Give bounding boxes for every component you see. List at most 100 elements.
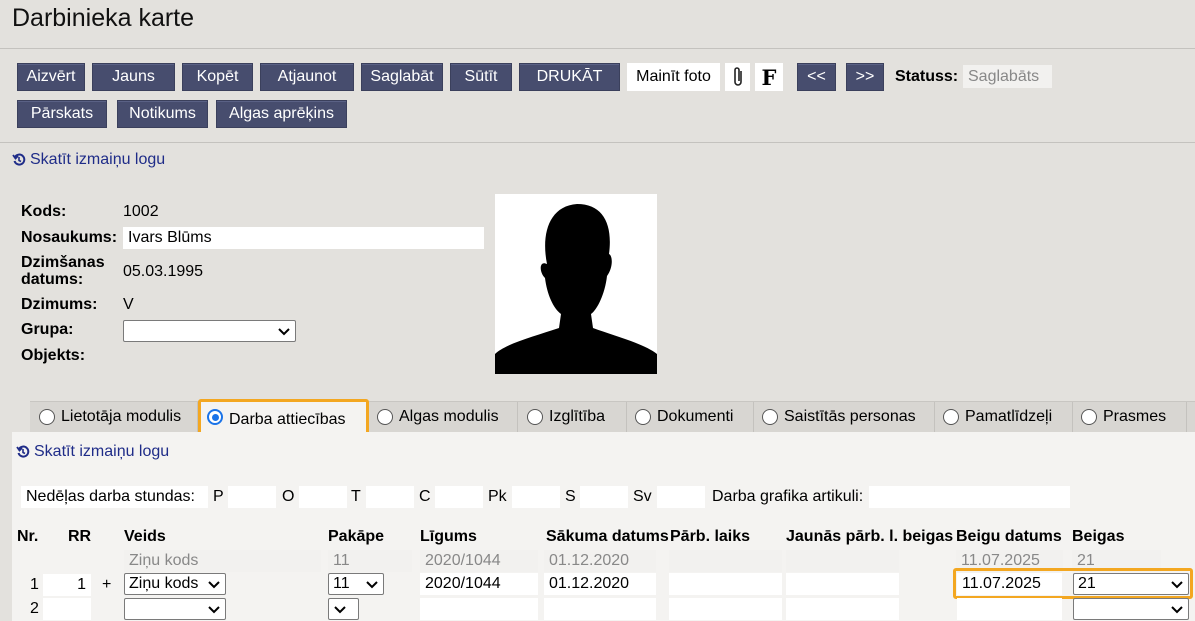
history-icon (12, 153, 26, 166)
col-end: Beigas (1072, 528, 1125, 545)
row1-type-value: Ziņu kods (129, 575, 199, 592)
radio-icon (1081, 409, 1097, 425)
new-button[interactable]: Jauns (92, 63, 175, 91)
row2-rr-input[interactable] (43, 598, 91, 620)
schedule-articles-input[interactable] (869, 486, 1070, 508)
tab-skills[interactable]: Prasmes (1073, 402, 1187, 432)
col-new-probation-end: Jaunās pārb. l. beigas (786, 528, 954, 545)
refresh-button[interactable]: Atjaunot (260, 63, 354, 91)
tab-label: Algas modulis (399, 408, 499, 425)
day-label-pk: Pk (488, 488, 507, 505)
tab-documents[interactable]: Dokumenti (627, 402, 754, 432)
row1-rr-input[interactable]: 1 (43, 574, 91, 596)
save-button[interactable]: Saglabāt (361, 63, 443, 91)
row2-start-date-input[interactable] (544, 598, 656, 620)
hours-c-input[interactable] (435, 486, 483, 508)
view-history-link[interactable]: Skatīt izmaiņu logu (12, 151, 165, 169)
next-button[interactable]: >> (846, 63, 884, 91)
status-value: Saglabāts (963, 65, 1052, 88)
salary-calculation-button[interactable]: Algas aprēķins (216, 100, 347, 128)
event-button[interactable]: Notikums (117, 100, 208, 128)
day-label-p: P (213, 488, 224, 505)
row2-end-date-input[interactable] (957, 598, 1062, 620)
view-history-link-label: Skatīt izmaiņu logu (34, 443, 170, 460)
hours-o-input[interactable] (299, 486, 347, 508)
row1-grade-select[interactable]: 11 (328, 573, 384, 595)
row2-grade-select[interactable] (328, 598, 359, 620)
row1-probation-input[interactable] (669, 573, 782, 595)
day-label-sv: Sv (633, 488, 652, 505)
f-icon[interactable]: F (755, 63, 783, 91)
print-button[interactable]: DRUKĀT (519, 63, 620, 91)
tab-related-persons[interactable]: Saistītās personas (754, 402, 935, 432)
col-probation: Pārb. laiks (670, 528, 751, 545)
row1-type-select[interactable]: Ziņu kods (124, 573, 226, 595)
chevron-down-icon (278, 328, 290, 336)
previous-button[interactable]: << (797, 63, 836, 91)
chevron-down-icon (366, 581, 378, 589)
gender-value: V (123, 296, 134, 313)
radio-icon (377, 409, 393, 425)
row2-nr: 2 (30, 600, 39, 617)
ghost-new-probation-end (786, 550, 899, 572)
attachment-icon[interactable] (725, 63, 750, 91)
row1-start-date-input[interactable]: 01.12.2020 (544, 573, 656, 595)
row2-contract-input[interactable] (420, 598, 538, 620)
code-label: Kods: (21, 203, 67, 220)
tab-label: Lietotāja modulis (61, 408, 182, 425)
status-label: Statuss: (895, 68, 959, 85)
chevron-down-icon (334, 606, 346, 614)
tab-label: Dokumenti (657, 408, 734, 425)
tab-label: Izglītība (549, 408, 606, 425)
gender-label: Dzimums: (21, 296, 98, 313)
tab-salary-module[interactable]: Algas modulis (369, 402, 518, 432)
hours-pk-input[interactable] (512, 486, 560, 508)
col-start-date: Sākuma datums (546, 528, 669, 545)
change-photo-button[interactable]: Mainīt foto (627, 63, 720, 91)
col-nr: Nr. (17, 528, 39, 545)
header-divider (0, 48, 1195, 49)
code-value: 1002 (123, 203, 159, 220)
radio-icon (39, 409, 55, 425)
tab-education[interactable]: Izglītība (519, 402, 627, 432)
end-fields-highlight (953, 568, 1193, 599)
radio-icon (527, 409, 543, 425)
radio-icon (943, 409, 959, 425)
tab-user-module[interactable]: Lietotāja modulis (31, 402, 198, 432)
page-title: Darbinieka karte (12, 4, 195, 32)
row2-type-select[interactable] (124, 598, 226, 620)
hours-t-input[interactable] (366, 486, 414, 508)
row2-probation-input[interactable] (669, 598, 782, 620)
name-label: Nosaukums: (21, 229, 118, 246)
ghost-type: Ziņu kods (124, 550, 321, 572)
birth-date-label-line2: datums: (21, 271, 84, 288)
row1-add-button[interactable]: + (102, 576, 111, 594)
send-button[interactable]: Sūtīt (450, 63, 512, 91)
col-contract: Līgums (420, 528, 477, 545)
employee-photo (495, 194, 657, 374)
col-type: Veids (124, 528, 166, 545)
hours-s-input[interactable] (580, 486, 628, 508)
col-end-date: Beigu datums (956, 528, 1062, 545)
hours-p-input[interactable] (228, 486, 276, 508)
copy-button[interactable]: Kopēt (182, 63, 253, 91)
row1-new-probation-end-input[interactable] (786, 573, 899, 595)
schedule-articles-label: Darba grafika artikuli: (712, 488, 864, 505)
hours-sv-input[interactable] (657, 486, 705, 508)
tab-fixed-assets[interactable]: Pamatlīdzeļi (935, 402, 1073, 432)
tab-highlight (198, 399, 369, 435)
view-history-link-panel[interactable]: Skatīt izmaiņu logu (16, 443, 169, 461)
col-grade: Pakāpe (328, 528, 385, 545)
weekly-hours-label: Nedēļas darba stundas: (21, 486, 208, 508)
row1-nr: 1 (30, 576, 39, 593)
day-label-o: O (282, 488, 295, 505)
row2-new-probation-end-input[interactable] (786, 598, 899, 620)
row1-contract-input[interactable]: 2020/1044 (420, 573, 538, 595)
day-label-s: S (565, 488, 576, 505)
col-rr: RR (68, 528, 92, 545)
group-select[interactable] (123, 320, 296, 342)
name-input[interactable]: Ivars Blūms (123, 227, 484, 249)
close-button[interactable]: Aizvērt (17, 63, 85, 91)
row2-end-select[interactable] (1073, 598, 1189, 620)
overview-button[interactable]: Pārskats (17, 100, 107, 128)
